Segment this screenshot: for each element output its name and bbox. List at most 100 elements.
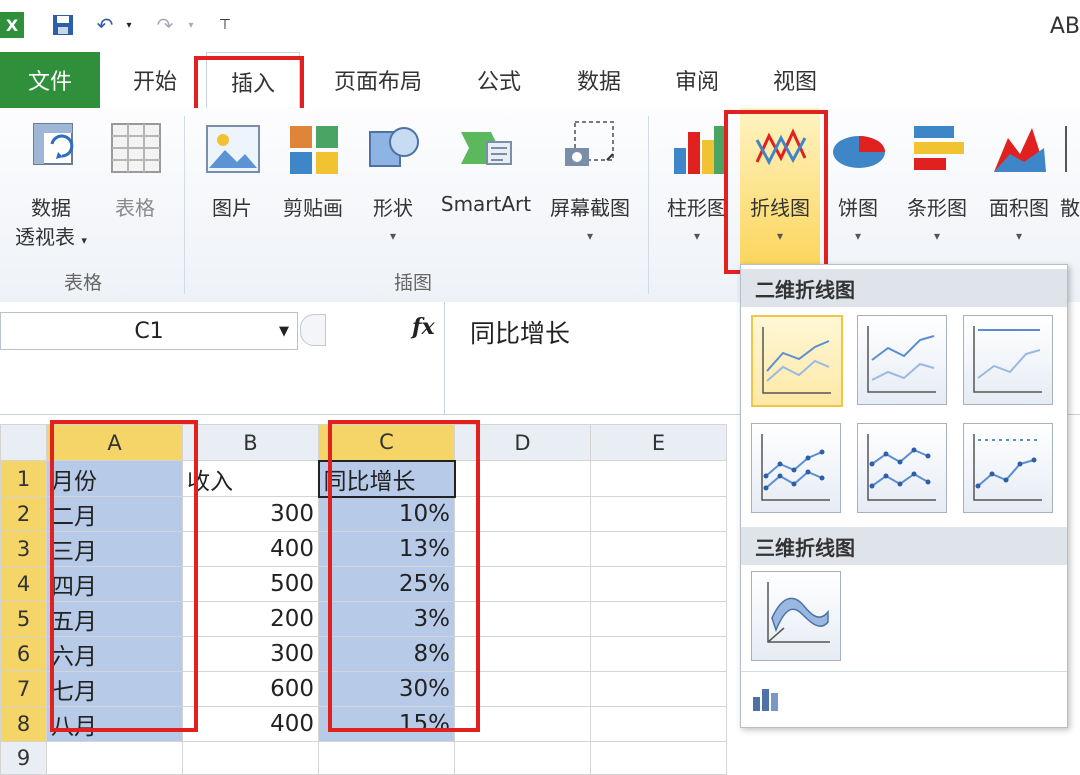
pivot-table-button[interactable]: 数据 透视表 ▾ — [6, 108, 96, 250]
picture-button[interactable]: 图片 — [196, 108, 268, 221]
cell-e4[interactable] — [590, 566, 727, 602]
pie-chart-icon — [833, 136, 885, 168]
gallery-item-line[interactable] — [751, 315, 843, 407]
tab-review[interactable]: 审阅 — [658, 52, 736, 108]
bar-chart-label: 条形图 — [907, 196, 967, 220]
line-chart-gallery: 二维折线图 三维折线图 — [740, 264, 1068, 728]
name-box-dropdown-icon[interactable]: ▼ — [279, 324, 289, 339]
column-chart-dropdown-icon[interactable]: ▾ — [694, 229, 700, 243]
gallery-item-100-stacked-line[interactable] — [963, 315, 1053, 405]
redo-icon[interactable]: ↷ — [150, 12, 180, 38]
row-header[interactable]: 1 — [0, 460, 47, 497]
cell-b2[interactable]: 300 — [182, 496, 319, 532]
screenshot-icon — [565, 121, 614, 166]
formula-input[interactable]: 同比增长 — [470, 314, 570, 350]
pivot-table-label-2: 透视表 ▾ — [15, 225, 87, 249]
save-icon[interactable] — [48, 12, 78, 38]
gallery-item-line-markers[interactable] — [751, 423, 841, 513]
pie-chart-label: 饼图 — [838, 196, 878, 220]
table-icon — [111, 123, 161, 173]
cell-e8[interactable] — [590, 706, 727, 742]
tab-data[interactable]: 数据 — [560, 52, 638, 108]
screenshot-dropdown-icon[interactable]: ▾ — [587, 229, 593, 243]
scatter-chart-button[interactable]: 散 — [1060, 108, 1080, 221]
row-header[interactable]: 3 — [0, 531, 47, 567]
gallery-item-100-stacked-line-markers[interactable] — [963, 423, 1053, 513]
cell-e9[interactable] — [590, 741, 727, 775]
cell-e2[interactable] — [590, 496, 727, 532]
customize-toolbar-icon[interactable]: ⊤ — [214, 12, 236, 38]
area-chart-dropdown-icon[interactable]: ▾ — [1016, 229, 1022, 243]
smartart-button[interactable]: SmartArt — [432, 108, 540, 216]
tab-home[interactable]: 开始 — [116, 52, 194, 108]
clipart-icon — [290, 126, 338, 174]
cell-b7[interactable]: 600 — [182, 671, 319, 707]
screenshot-button[interactable]: 屏幕截图 ▾ — [542, 108, 638, 243]
cell-b8[interactable]: 400 — [182, 706, 319, 742]
line-icon — [762, 327, 831, 394]
pivot-table-icon — [33, 123, 74, 165]
column-c-highlight — [328, 420, 480, 732]
cell-e7[interactable] — [590, 671, 727, 707]
row-header[interactable]: 2 — [0, 496, 47, 532]
insert-function-icon[interactable]: fx — [412, 314, 435, 340]
gallery-item-3d-line[interactable] — [751, 571, 841, 661]
row-header[interactable]: 9 — [0, 741, 47, 775]
cell-b6[interactable]: 300 — [182, 636, 319, 672]
shapes-button[interactable]: 形状 ▾ — [360, 108, 426, 243]
cell-b9[interactable] — [182, 741, 319, 775]
screenshot-label: 屏幕截图 — [550, 196, 630, 220]
cell-e3[interactable] — [590, 531, 727, 567]
gallery-item-stacked-line[interactable] — [857, 315, 947, 405]
bar-chart-dropdown-icon[interactable]: ▾ — [934, 229, 940, 243]
undo-dropdown-icon[interactable]: ▾ — [122, 12, 136, 38]
undo-icon[interactable]: ↶ — [90, 12, 120, 38]
area-chart-button[interactable]: 面积图 ▾ — [980, 108, 1058, 243]
table-label: 表格 — [115, 196, 155, 220]
shapes-dropdown-icon[interactable]: ▾ — [390, 229, 396, 243]
cell-c9[interactable] — [318, 741, 455, 775]
row-header[interactable]: 4 — [0, 566, 47, 602]
table-button[interactable]: 表格 — [100, 108, 170, 221]
column-chart-label: 柱形图 — [667, 196, 727, 220]
name-box[interactable]: C1 ▼ — [0, 312, 298, 350]
all-chart-types-icon[interactable] — [751, 685, 781, 713]
cell-e6[interactable] — [590, 636, 727, 672]
percent-stacked-line-markers-icon — [973, 434, 1042, 501]
row-header[interactable]: 6 — [0, 636, 47, 672]
pie-chart-dropdown-icon[interactable]: ▾ — [855, 229, 861, 243]
table-row: 9 — [0, 741, 727, 775]
smartart-icon — [461, 132, 512, 165]
cell-d9[interactable] — [454, 741, 591, 775]
cell-b3[interactable]: 400 — [182, 531, 319, 567]
scatter-chart-label: 散 — [1060, 196, 1080, 220]
formula-bar-handle[interactable] — [300, 314, 326, 346]
cell-a9[interactable] — [46, 741, 183, 775]
select-all-corner[interactable] — [0, 424, 47, 461]
tab-file[interactable]: 文件 — [0, 52, 100, 108]
row-header[interactable]: 7 — [0, 671, 47, 707]
name-box-value: C1 — [134, 318, 164, 344]
formula-divider — [444, 302, 445, 414]
cell-e1[interactable] — [590, 460, 727, 497]
stacked-line-icon — [867, 326, 936, 393]
bar-chart-button[interactable]: 条形图 ▾ — [898, 108, 976, 243]
section-header-2d-line: 二维折线图 — [741, 269, 1067, 307]
column-header-b[interactable]: B — [182, 424, 319, 461]
redo-dropdown-icon[interactable]: ▾ — [184, 12, 198, 38]
cell-b4[interactable]: 500 — [182, 566, 319, 602]
row-header[interactable]: 5 — [0, 601, 47, 637]
pie-chart-button[interactable]: 饼图 ▾ — [826, 108, 890, 243]
tab-formulas[interactable]: 公式 — [460, 52, 538, 108]
percent-stacked-line-icon — [973, 326, 1042, 393]
tab-view[interactable]: 视图 — [756, 52, 834, 108]
gallery-item-stacked-line-markers[interactable] — [857, 423, 947, 513]
row-header[interactable]: 8 — [0, 706, 47, 742]
tab-page-layout[interactable]: 页面布局 — [322, 52, 434, 108]
column-header-e[interactable]: E — [590, 424, 727, 461]
cell-e5[interactable] — [590, 601, 727, 637]
cell-b1[interactable]: 收入 — [182, 460, 319, 497]
cell-b5[interactable]: 200 — [182, 601, 319, 637]
clipart-button[interactable]: 剪贴画 — [274, 108, 352, 221]
ribbon-separator — [648, 116, 649, 294]
